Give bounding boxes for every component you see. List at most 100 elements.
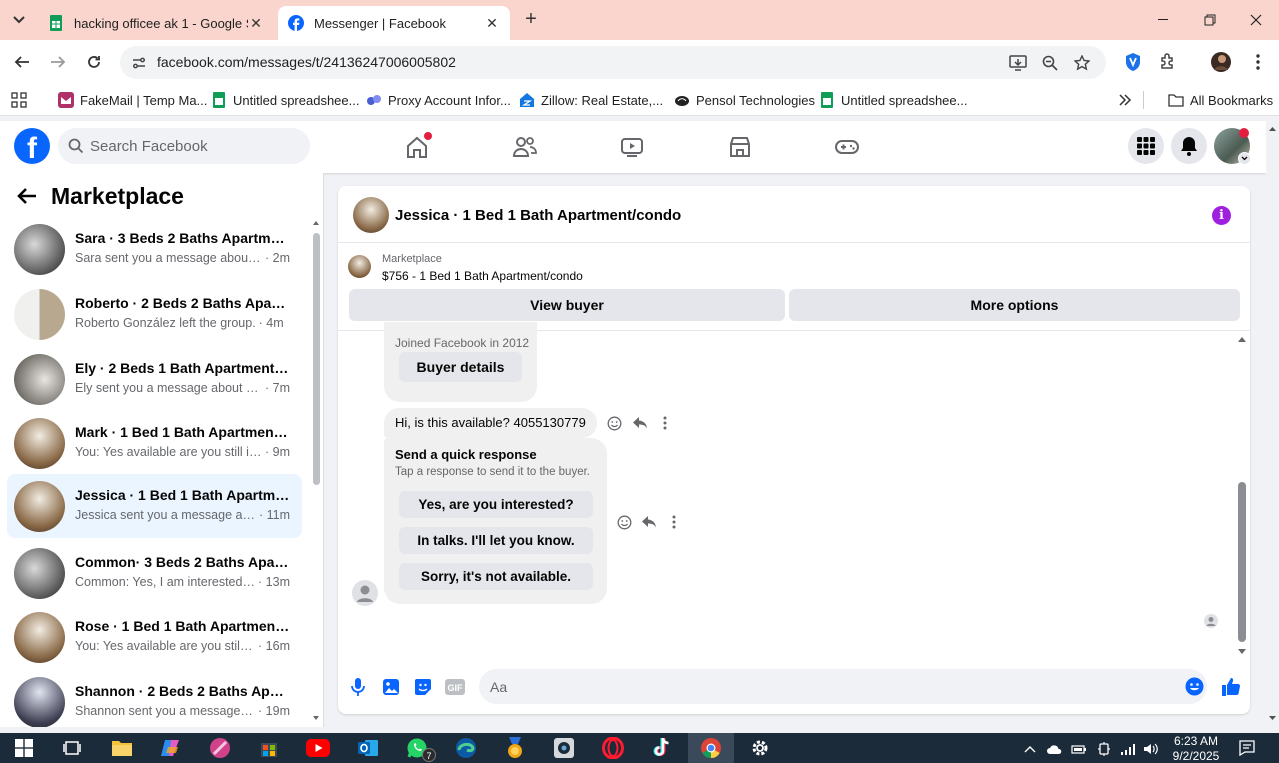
tab-messenger[interactable]: Messenger | Facebook ✕ — [278, 6, 510, 40]
minimize-button[interactable] — [1141, 0, 1187, 40]
reply-icon[interactable] — [641, 514, 657, 530]
back-arrow-icon[interactable] — [17, 187, 41, 209]
chrome-menu-icon[interactable] — [1247, 51, 1269, 73]
sidebar-scrollbar-thumb[interactable] — [313, 233, 320, 485]
tray-chevron-up-icon[interactable] — [1022, 741, 1038, 757]
listing-price[interactable]: $756 - 1 Bed 1 Bath Apartment/condo — [382, 269, 583, 283]
tiktok-icon[interactable] — [650, 736, 674, 760]
more-actions-icon[interactable] — [657, 415, 673, 431]
tab-search-button[interactable] — [8, 9, 30, 31]
bookmark-fakemail[interactable]: FakeMail | Temp Ma... — [58, 91, 207, 109]
close-icon[interactable]: ✕ — [248, 15, 264, 32]
conversation-item[interactable]: Rose · 1 Bed 1 Bath Apartment/c... You: … — [7, 605, 302, 669]
photo-icon[interactable] — [381, 677, 401, 697]
back-button[interactable] — [11, 51, 33, 73]
view-buyer-button[interactable]: View buyer — [349, 289, 785, 321]
windows-start-icon[interactable] — [12, 736, 36, 760]
conversation-title[interactable]: Jessica · 1 Bed 1 Bath Apartment/condo — [395, 207, 681, 224]
volume-icon[interactable] — [1143, 741, 1159, 757]
forward-button[interactable] — [47, 51, 69, 73]
emoji-icon[interactable] — [1185, 677, 1204, 696]
buyer-avatar[interactable] — [352, 580, 378, 606]
buyer-details-button[interactable]: Buyer details — [399, 352, 522, 382]
marketplace-icon[interactable] — [726, 133, 754, 161]
wifi-icon[interactable] — [1120, 741, 1136, 757]
gaming-icon[interactable] — [833, 133, 861, 161]
file-explorer-icon[interactable] — [110, 736, 134, 760]
info-icon[interactable]: i — [1212, 206, 1231, 225]
device-icon[interactable] — [1096, 741, 1112, 757]
bookmark-untitled-spreadsheet-1[interactable]: Untitled spreadshee... — [211, 91, 359, 109]
onedrive-cloud-icon[interactable] — [1046, 741, 1062, 757]
conversation-item[interactable]: Sara · 3 Beds 2 Baths Apartment... Sara … — [7, 217, 302, 281]
youtube-icon[interactable] — [306, 736, 330, 760]
chrome-profile-avatar[interactable] — [1210, 51, 1232, 73]
bookmark-pensol[interactable]: Pensol Technologies — [674, 91, 815, 109]
notification-center-icon[interactable] — [1239, 740, 1255, 756]
more-bookmarks-icon[interactable] — [1118, 91, 1132, 109]
media-app-icon[interactable] — [552, 736, 576, 760]
tab-google-sheets[interactable]: hacking officee ak 1 - Google Sh ✕ — [38, 6, 274, 40]
edge-icon[interactable] — [454, 736, 478, 760]
conversation-item[interactable]: Common· 3 Beds 2 Baths Apart... Common: … — [7, 541, 302, 605]
react-emoji-icon[interactable] — [616, 514, 632, 530]
conversation-item[interactable]: Roberto · 2 Beds 2 Baths Apart... Robert… — [7, 282, 302, 346]
conversation-item[interactable]: Ely · 2 Beds 1 Bath Apartment/c... Ely s… — [7, 347, 302, 411]
friends-icon[interactable] — [511, 133, 539, 161]
conversation-item-selected[interactable]: Jessica · 1 Bed 1 Bath Apartment... Jess… — [7, 474, 302, 538]
conversation-item[interactable]: Shannon · 2 Beds 2 Baths Apart... Shanno… — [7, 670, 302, 727]
message-bubble[interactable]: Hi, is this available? 4055130779 — [384, 408, 597, 438]
scroll-down-icon[interactable] — [1238, 647, 1246, 655]
restore-button[interactable] — [1187, 0, 1233, 40]
close-icon[interactable]: ✕ — [484, 15, 500, 32]
quick-reply-yes-button[interactable]: Yes, are you interested? — [399, 491, 593, 518]
microsoft-store-icon[interactable] — [257, 736, 281, 760]
browser-app-icon[interactable] — [208, 736, 232, 760]
apps-icon[interactable] — [11, 91, 27, 109]
opera-icon[interactable] — [601, 736, 625, 760]
more-options-button[interactable]: More options — [789, 289, 1240, 321]
scroll-up-icon[interactable] — [312, 218, 320, 228]
react-emoji-icon[interactable] — [606, 415, 622, 431]
all-bookmarks[interactable]: All Bookmarks — [1143, 91, 1273, 109]
page-scrollbar[interactable] — [1266, 121, 1279, 727]
sticker-icon[interactable] — [413, 677, 433, 697]
message-input[interactable]: Aa — [479, 669, 1207, 704]
outlook-icon[interactable] — [356, 736, 380, 760]
install-app-icon[interactable] — [1009, 54, 1027, 72]
like-thumbs-up-icon[interactable] — [1220, 677, 1242, 697]
account-chevron-icon[interactable] — [1238, 152, 1251, 165]
settings-gear-icon[interactable] — [748, 736, 772, 760]
site-info-icon[interactable] — [130, 54, 148, 72]
conversation-avatar[interactable] — [353, 197, 389, 233]
zoom-icon[interactable] — [1041, 54, 1059, 72]
chrome-taskbar-active[interactable] — [688, 733, 734, 763]
conversation-item[interactable]: Mark · 1 Bed 1 Bath Apartment/... You: Y… — [7, 411, 302, 475]
quick-reply-not-available-button[interactable]: Sorry, it's not available. — [399, 563, 593, 590]
close-window-button[interactable] — [1233, 0, 1279, 40]
new-tab-button[interactable]: + — [520, 8, 542, 30]
extensions-icon[interactable] — [1157, 51, 1179, 73]
task-view-icon[interactable] — [60, 736, 84, 760]
battery-charging-icon[interactable] — [1071, 741, 1087, 757]
address-bar[interactable]: facebook.com/messages/t/2413624700600580… — [120, 46, 1106, 79]
bookmark-zillow[interactable]: Zillow: Real Estate,... — [519, 91, 663, 109]
menu-grid-button[interactable] — [1128, 128, 1164, 164]
more-actions-icon[interactable] — [666, 514, 682, 530]
scroll-up-icon[interactable] — [1238, 336, 1246, 344]
bookmark-untitled-spreadsheet-2[interactable]: Untitled spreadshee... — [819, 91, 967, 109]
facebook-logo[interactable]: f — [14, 128, 50, 164]
badge-app-icon[interactable] — [503, 736, 527, 760]
system-clock[interactable]: 6:23 AM 9/2/2025 — [1168, 733, 1224, 763]
copilot-icon[interactable] — [159, 736, 183, 760]
shield-extension-icon[interactable] — [1122, 51, 1144, 73]
watch-icon[interactable] — [618, 133, 646, 161]
reload-button[interactable] — [83, 51, 105, 73]
message-scrollbar-thumb[interactable] — [1238, 482, 1246, 642]
search-facebook-input[interactable]: Search Facebook — [58, 128, 310, 164]
quick-reply-in-talks-button[interactable]: In talks. I'll let you know. — [399, 527, 593, 554]
reply-icon[interactable] — [632, 415, 648, 431]
microphone-icon[interactable] — [348, 677, 368, 697]
notifications-button[interactable] — [1171, 128, 1207, 164]
gif-icon[interactable]: GIF — [445, 677, 465, 697]
